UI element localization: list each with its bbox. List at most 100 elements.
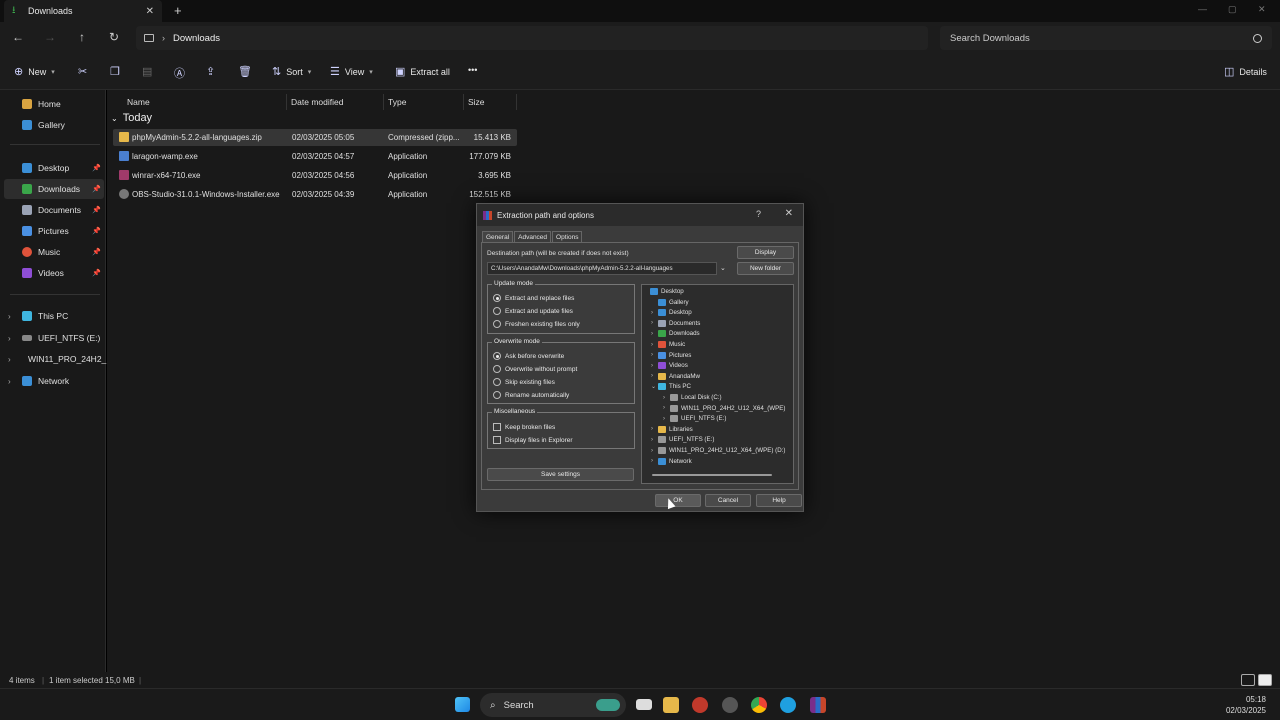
forward-button[interactable]: → <box>42 30 58 44</box>
radio-button[interactable] <box>493 307 501 315</box>
task-view-icon[interactable] <box>636 699 652 710</box>
tree-item[interactable]: › AnandaMw <box>651 372 700 380</box>
tree-item[interactable]: › UEFI_NTFS (E:) <box>663 415 726 423</box>
up-button[interactable]: ↑ <box>74 30 90 44</box>
pin-icon[interactable]: 📌 <box>92 164 101 172</box>
sidebar-item-network[interactable]: › Network <box>4 371 104 391</box>
close-window-button[interactable]: ✕ <box>1258 4 1266 15</box>
radio-overwrite-without-prompt[interactable]: Overwrite without prompt <box>493 365 577 373</box>
checkbox-keep-broken-files[interactable]: Keep broken files <box>493 423 555 431</box>
chevron-right-icon[interactable]: › <box>651 320 653 326</box>
chevron-right-icon[interactable]: › <box>651 458 653 464</box>
tree-item[interactable]: › Pictures <box>651 351 691 359</box>
tab-downloads[interactable]: ⭳ Downloads ✕ <box>4 0 162 22</box>
details-button[interactable]: ◫ Details <box>1224 65 1267 78</box>
tree-item[interactable]: › Music <box>651 341 685 348</box>
radio-rename-automatically[interactable]: Rename automatically <box>493 391 569 399</box>
pin-icon[interactable]: 📌 <box>92 248 101 256</box>
radio-button[interactable] <box>493 294 501 302</box>
taskbar-search[interactable]: ⌕ Search <box>480 693 626 717</box>
group-header-today[interactable]: ⌄ Today <box>111 112 152 124</box>
radio-extract-replace[interactable]: Extract and replace files <box>493 294 574 302</box>
chevron-right-icon[interactable]: › <box>651 331 653 337</box>
radio-ask-before-overwrite[interactable]: Ask before overwrite <box>493 352 564 360</box>
search-icon[interactable] <box>1253 33 1262 43</box>
more-options-button[interactable]: ••• <box>468 65 477 75</box>
radio-button[interactable] <box>493 391 501 399</box>
radio-freshen[interactable]: Freshen existing files only <box>493 320 580 328</box>
breadcrumb[interactable]: Downloads <box>173 33 220 44</box>
tiles-view-button[interactable] <box>1258 674 1272 686</box>
pin-icon[interactable]: 📌 <box>92 227 101 235</box>
sidebar-item-downloads[interactable]: Downloads 📌 <box>4 179 104 199</box>
checkbox[interactable] <box>493 423 501 431</box>
pin-icon[interactable]: 📌 <box>92 185 101 193</box>
sidebar-item-this-pc[interactable]: › This PC <box>4 306 104 326</box>
destination-path-input[interactable]: C:\Users\AnandaMw\Downloads\phpMyAdmin-5… <box>487 262 717 275</box>
file-explorer-icon[interactable] <box>663 697 679 713</box>
sidebar-item-videos[interactable]: Videos 📌 <box>4 263 104 283</box>
chevron-right-icon[interactable]: › <box>651 352 653 358</box>
details-view-button[interactable] <box>1241 674 1255 686</box>
tree-item[interactable]: › WIN11_PRO_24H2_U12_X64_(WPE) (D:) <box>651 447 785 454</box>
tree-item[interactable]: Gallery <box>658 298 689 306</box>
chevron-down-icon[interactable]: ⌄ <box>720 264 726 272</box>
chevron-right-icon[interactable]: › <box>8 377 11 386</box>
delete-button[interactable]: 🗑 <box>238 65 252 78</box>
tree-item[interactable]: › Downloads <box>651 330 700 338</box>
new-folder-button[interactable]: New folder <box>737 262 794 275</box>
pin-icon[interactable]: 📌 <box>92 269 101 277</box>
save-settings-button[interactable]: Save settings <box>487 468 634 481</box>
chevron-right-icon[interactable]: › <box>8 334 11 343</box>
sidebar-item-win11-drive[interactable]: › WIN11_PRO_24H2_ <box>4 349 106 369</box>
system-clock[interactable]: 05:18 02/03/2025 <box>1226 694 1266 716</box>
path-field[interactable]: › Downloads <box>136 26 928 50</box>
folder-tree[interactable]: Desktop Gallery › Desktop › Documents › Downloa… <box>641 284 794 484</box>
close-icon[interactable]: ✕ <box>785 208 793 219</box>
table-row[interactable]: winrar-x64-710.exe 02/03/2025 04:56 Appl… <box>113 167 517 184</box>
checkbox[interactable] <box>493 436 501 444</box>
sidebar-item-documents[interactable]: Documents 📌 <box>4 200 104 220</box>
radio-skip-existing[interactable]: Skip existing files <box>493 378 555 386</box>
pin-icon[interactable]: 📌 <box>92 206 101 214</box>
maximize-button[interactable]: ▢ <box>1228 4 1237 15</box>
share-button[interactable]: ⇪ <box>206 65 215 78</box>
new-button[interactable]: ⊕ New ▾ <box>14 65 55 78</box>
table-row[interactable]: laragon-wamp.exe 02/03/2025 04:57 Applic… <box>113 148 517 165</box>
tree-item[interactable]: › Libraries <box>651 425 693 433</box>
column-size[interactable]: Size <box>464 94 517 110</box>
chrome-icon[interactable] <box>751 697 767 713</box>
start-windows-icon[interactable] <box>455 697 470 712</box>
radio-button[interactable] <box>493 352 501 360</box>
tree-item[interactable]: › Desktop <box>651 309 692 317</box>
tree-item[interactable]: › Videos <box>651 362 688 370</box>
sidebar-item-music[interactable]: Music 📌 <box>4 242 104 262</box>
table-row[interactable]: phpMyAdmin-5.2.2-all-languages.zip 02/03… <box>113 129 517 146</box>
search-input[interactable]: Search Downloads <box>940 26 1272 50</box>
radio-extract-update[interactable]: Extract and update files <box>493 307 573 315</box>
chevron-right-icon[interactable]: › <box>663 395 665 401</box>
chevron-right-icon[interactable]: › <box>651 373 653 379</box>
display-button[interactable]: Display <box>737 246 794 259</box>
tree-item[interactable]: Desktop <box>650 288 684 295</box>
sidebar-item-pictures[interactable]: Pictures 📌 <box>4 221 104 241</box>
sidebar-item-uefi-drive[interactable]: › UEFI_NTFS (E:) <box>4 328 104 348</box>
chevron-right-icon[interactable]: › <box>651 437 653 443</box>
tree-item[interactable]: › WIN11_PRO_24H2_U12_X64_(WPE) <box>663 404 785 412</box>
sidebar-item-home[interactable]: Home <box>4 94 104 114</box>
column-name[interactable]: Name <box>123 94 287 110</box>
tree-item[interactable]: › UEFI_NTFS (E:) <box>651 436 714 444</box>
table-row[interactable]: OBS-Studio-31.0.1-Windows-Installer.exe … <box>113 186 517 203</box>
sidebar-item-gallery[interactable]: Gallery <box>4 115 104 135</box>
copy-button[interactable]: ❐ <box>110 65 120 78</box>
view-button[interactable]: ☰ View ▾ <box>330 65 373 78</box>
radio-button[interactable] <box>493 378 501 386</box>
sort-button[interactable]: ⇅ Sort ▾ <box>272 65 311 78</box>
help-button[interactable]: Help <box>756 494 802 507</box>
tree-item[interactable]: ⌄ This PC <box>651 383 691 391</box>
chevron-right-icon[interactable]: › <box>8 355 11 364</box>
cut-button[interactable]: ✂ <box>78 65 87 78</box>
app-icon-red[interactable] <box>692 697 708 713</box>
tree-item[interactable]: › Local Disk (C:) <box>663 394 722 401</box>
chevron-right-icon[interactable]: › <box>651 426 653 432</box>
